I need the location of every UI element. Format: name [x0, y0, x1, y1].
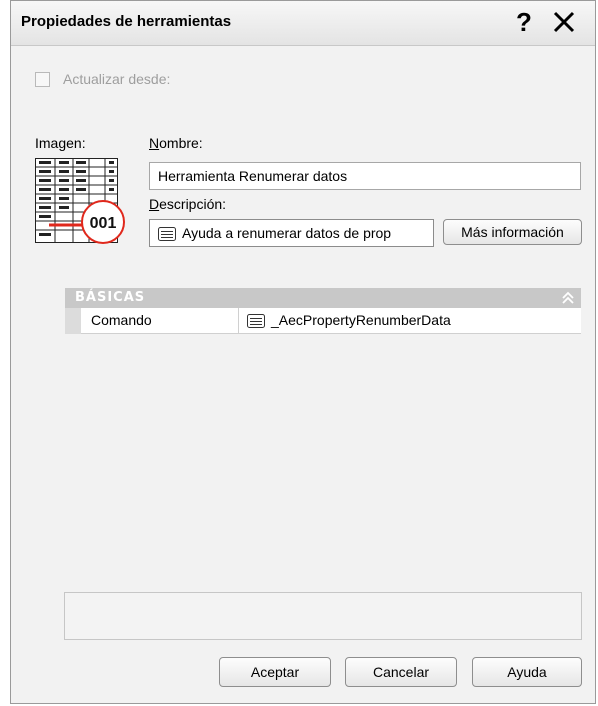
help-dialog-button[interactable]: Ayuda: [472, 657, 582, 687]
more-info-label: Más información: [461, 224, 564, 240]
thumbnail-badge: 001: [90, 215, 117, 232]
section-title: BÁSICAS: [75, 290, 146, 305]
property-row-comando[interactable]: Comando _AecPropertyRenumberData: [65, 308, 581, 334]
property-value: _AecPropertyRenumberData: [271, 312, 451, 328]
text-note-icon: [158, 227, 176, 242]
tool-properties-dialog: Propiedades de herramientas ? Actualizar…: [10, 0, 596, 704]
description-label: Descripción:: [149, 196, 227, 212]
tool-image-thumbnail[interactable]: 001: [35, 158, 131, 244]
row-gutter: [65, 308, 81, 334]
name-label: Nombre:: [149, 135, 203, 151]
image-label: Imagen:: [35, 135, 86, 151]
name-field[interactable]: Herramienta Renumerar datos: [149, 162, 581, 190]
description-status-area: [64, 592, 582, 640]
ok-button[interactable]: Aceptar: [219, 657, 331, 687]
collapse-chevron-icon[interactable]: [561, 290, 575, 306]
description-field[interactable]: Ayuda a renumerar datos de prop: [149, 219, 434, 247]
properties-panel: BÁSICAS Comando _AecPropertyRenumberData: [65, 288, 581, 336]
renumber-data-icon: 001: [35, 158, 125, 244]
section-header-basicas[interactable]: BÁSICAS: [65, 288, 581, 308]
update-from-checkbox[interactable]: [35, 72, 50, 87]
title-bar[interactable]: Propiedades de herramientas ?: [11, 1, 595, 46]
cancel-button[interactable]: Cancelar: [345, 657, 457, 687]
property-value-cell[interactable]: _AecPropertyRenumberData: [239, 308, 581, 334]
dialog-title: Propiedades de herramientas: [21, 13, 232, 30]
close-button[interactable]: [547, 5, 581, 39]
close-icon: [553, 11, 575, 33]
help-button[interactable]: ?: [509, 5, 539, 39]
text-note-icon: [247, 314, 265, 329]
property-name: Comando: [81, 308, 239, 334]
more-info-button[interactable]: Más información: [443, 219, 582, 245]
update-from-label: Actualizar desde:: [63, 71, 171, 87]
description-text: Ayuda a renumerar datos de prop: [182, 225, 392, 241]
